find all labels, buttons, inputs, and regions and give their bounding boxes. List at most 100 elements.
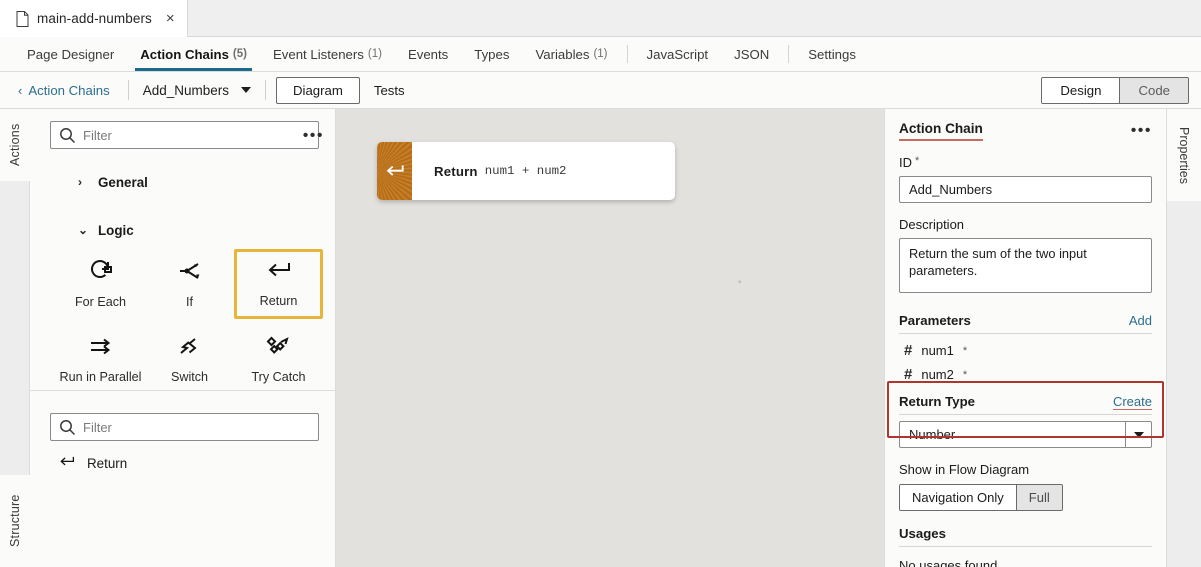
tab-label: Events [407,46,449,62]
toggle-full[interactable]: Full [1015,485,1062,510]
tab-events[interactable]: Events [395,37,461,71]
actions-filter-box[interactable] [50,121,319,149]
actions-filter-input[interactable] [51,127,318,143]
description-field[interactable] [899,238,1152,293]
id-field[interactable] [899,176,1152,203]
tab-action-chains[interactable]: Action Chains (5) [127,37,260,71]
chain-actions-filter-box[interactable] [50,413,319,441]
diagram-node-text: Return num1 + num2 [412,142,675,200]
return-type-header: Return Type Create [899,394,1152,415]
actions-filter-wrap [30,109,335,149]
action-tile-label: Run in Parallel [59,370,142,384]
action-tile-label: Try Catch [251,370,306,384]
properties-header: Action Chain ••• [899,121,1152,141]
flow-diagram-canvas[interactable]: Return num1 + num2 ◦ [336,109,884,567]
tab-types[interactable]: Types [461,37,522,71]
tab-count: (1) [593,48,608,60]
action-tile-if[interactable]: If [145,249,234,319]
usages-label: Usages [899,526,946,541]
tab-label: Settings [808,46,856,62]
document-tab-main-add-numbers[interactable]: main-add-numbers × [0,0,188,37]
toolbar-divider [265,80,267,100]
action-tile-try-catch[interactable]: Try Catch [234,325,323,395]
list-item-label: Return [87,456,128,471]
oracle-vb-action-chain-editor: main-add-numbers × Page Designer Action … [0,0,1201,567]
tab-settings[interactable]: Settings [795,37,869,71]
tab-label: Variables [535,46,590,62]
return-type-label: Return Type [899,394,975,409]
diagram-button[interactable]: Diagram [276,76,360,104]
required-asterisk: * [962,369,968,381]
tests-button[interactable]: Tests [360,78,419,103]
close-icon[interactable]: × [166,11,175,26]
usages-section-header: Usages [899,526,1152,547]
action-chain-selector[interactable]: Add_Numbers [139,83,255,98]
id-label-text: ID [899,155,912,170]
list-item[interactable]: Return [30,441,335,472]
code-toggle-button[interactable]: Code [1119,77,1188,103]
logic-action-grid: For Each If Return Run in Parallel Switc… [30,241,335,395]
return-icon [377,142,412,200]
tab-json[interactable]: JSON [721,37,782,71]
design-toggle-button[interactable]: Design [1042,77,1120,103]
tab-count: (5) [232,48,247,60]
tab-event-listeners[interactable]: Event Listeners (1) [260,37,395,71]
toolbar-divider [127,80,129,100]
rail-tab-actions[interactable]: Actions [0,109,30,181]
properties-more-options-icon[interactable]: ••• [1131,123,1152,139]
run-in-parallel-icon [88,336,114,363]
actions-more-options-icon[interactable]: ••• [300,125,327,147]
chain-actions-filter-input[interactable] [51,419,318,435]
action-tile-label: If [186,295,193,309]
action-tile-for-each[interactable]: For Each [56,249,145,319]
tab-label: Types [474,46,510,62]
for-each-icon [88,259,114,288]
tab-label: Page Designer [27,46,115,62]
action-tile-switch[interactable]: Switch [145,325,234,395]
tab-page-designer[interactable]: Page Designer [14,37,127,71]
add-parameter-link[interactable]: Add [1129,313,1152,328]
return-icon [266,260,292,287]
list-item[interactable]: # num1 * [899,343,1152,358]
actions-panel: ••• › General ⌄ Logic For Each If [30,109,366,567]
chevron-down-icon[interactable] [1125,422,1151,447]
return-icon [58,455,76,472]
chevron-down-icon: ⌄ [78,223,89,237]
rail-tab-structure[interactable]: Structure [0,475,30,567]
chevron-right-icon: › [78,175,82,189]
hash-icon: # [904,366,913,383]
tab-variables[interactable]: Variables (1) [522,37,620,71]
back-link-label: Action Chains [28,82,110,98]
diagram-node-return[interactable]: Return num1 + num2 [377,142,675,200]
accordion-logic[interactable]: ⌄ Logic [30,219,335,241]
toggle-navigation-only[interactable]: Navigation Only [900,485,1016,510]
action-tile-label: Return [259,294,298,308]
return-type-select[interactable]: Number [899,421,1152,448]
parameter-name: num2 [921,367,954,382]
list-item[interactable]: # num2 * [899,367,1152,382]
id-field-label: ID * [899,155,1152,170]
tab-label: JSON [734,46,770,62]
switch-icon [177,336,203,363]
accordion-general[interactable]: › General [30,171,335,193]
left-rail: Actions Structure [0,109,30,567]
back-to-action-chains-link[interactable]: ‹ Action Chains [12,83,118,98]
return-type-value: Number [909,427,956,442]
action-tile-run-in-parallel[interactable]: Run in Parallel [56,325,145,395]
right-rail: Properties [1167,109,1201,567]
diagram-node-keyword: Return [434,163,478,179]
tab-label: Event Listeners [272,46,364,62]
document-tab-strip: main-add-numbers × [0,0,1201,37]
tab-javascript[interactable]: JavaScript [634,37,722,71]
accordion-logic-label: Logic [98,222,134,238]
action-tile-return[interactable]: Return [234,249,323,319]
tab-label: JavaScript [646,46,709,62]
properties-panel: Action Chain ••• ID * Description Parame… [884,109,1167,567]
create-return-type-link[interactable]: Create [1112,394,1152,410]
design-code-toggle: Design Code [1041,76,1189,104]
canvas-cursor-marker: ◦ [738,277,742,288]
rail-tab-properties[interactable]: Properties [1167,109,1201,201]
main-tab-bar: Page Designer Action Chains (5) Event Lis… [0,37,1201,72]
diagram-node-expression: num1 + num2 [484,164,567,178]
required-asterisk: * [915,155,920,167]
